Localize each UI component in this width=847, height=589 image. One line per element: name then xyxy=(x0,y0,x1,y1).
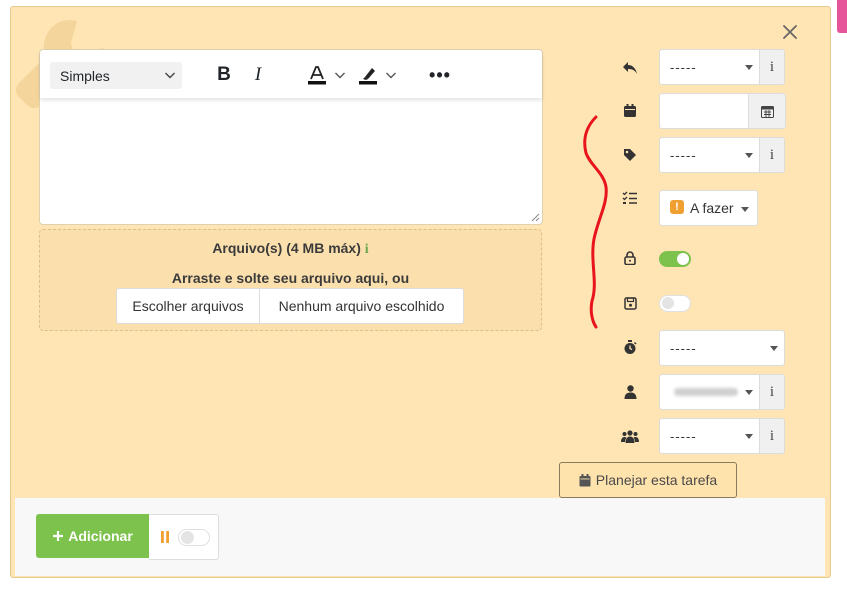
calendar-grid-icon xyxy=(760,105,774,118)
status-select-value: A fazer xyxy=(690,200,734,216)
italic-button[interactable]: I xyxy=(244,62,272,88)
group-select-value: ----- xyxy=(670,429,697,444)
file-dropzone[interactable]: Arquivo(s) (4 MB máx) i Arraste e solte … xyxy=(39,229,542,331)
paragraph-style-select[interactable]: Simples xyxy=(50,62,182,89)
toggle-knob xyxy=(662,297,674,309)
date-picker-button[interactable] xyxy=(748,93,786,129)
redacted-user-name xyxy=(674,388,738,396)
caret-down-icon xyxy=(745,65,753,70)
plus-icon xyxy=(53,531,64,541)
timer-select[interactable]: ----- xyxy=(659,330,785,366)
highlight-color-button[interactable] xyxy=(352,62,402,88)
upload-title: Arquivo(s) (4 MB máx) i xyxy=(40,240,541,258)
tag-select[interactable]: ----- xyxy=(659,137,760,173)
user-select[interactable] xyxy=(659,374,760,410)
font-color-button[interactable] xyxy=(302,62,350,88)
rich-text-editor: Simples B I ••• xyxy=(39,49,543,225)
editor-text-area[interactable] xyxy=(40,98,542,224)
editor-toolbar: Simples B I ••• xyxy=(40,50,542,98)
group-select[interactable]: ----- xyxy=(659,418,760,454)
file-input[interactable]: Escolher arquivos Nenhum arquivo escolhi… xyxy=(116,288,464,324)
task-modal: Simples B I ••• Arquivo(s) (4 MB máx) i … xyxy=(10,6,831,578)
choose-files-button[interactable]: Escolher arquivos xyxy=(117,289,260,323)
resize-handle-icon[interactable] xyxy=(530,212,540,222)
users-group-icon xyxy=(620,426,640,446)
no-file-chosen-label: Nenhum arquivo escolhido xyxy=(278,298,445,314)
paragraph-style-value: Simples xyxy=(60,68,110,84)
add-button-label: Adicionar xyxy=(68,528,133,544)
chevron-down-icon xyxy=(335,72,345,79)
status-badge: ! xyxy=(670,200,684,214)
reply-info-button[interactable]: i xyxy=(760,49,785,85)
save-toggle[interactable] xyxy=(659,295,691,312)
toggle-knob xyxy=(181,531,194,544)
caret-down-icon xyxy=(770,346,778,351)
lock-icon xyxy=(620,248,640,268)
close-icon[interactable] xyxy=(781,23,799,41)
user-info-button[interactable]: i xyxy=(760,374,785,410)
checklist-icon xyxy=(620,188,640,208)
tag-select-value: ----- xyxy=(670,148,697,163)
drop-instructions: Arraste e solte seu arquivo aqui, ou xyxy=(171,270,410,286)
plan-task-button[interactable]: Planejar esta tarefa xyxy=(559,462,737,498)
reply-select-value: ----- xyxy=(670,60,697,75)
toggle-knob xyxy=(677,253,689,265)
save-icon xyxy=(620,293,640,313)
pause-icon xyxy=(161,531,169,543)
modal-footer: Adicionar xyxy=(15,498,825,576)
chevron-down-icon xyxy=(386,72,396,79)
red-annotation-bracket xyxy=(583,115,608,329)
chevron-down-icon xyxy=(165,72,175,79)
date-input[interactable] xyxy=(659,93,749,129)
caret-down-icon xyxy=(745,153,753,158)
status-select[interactable]: ! A fazer xyxy=(659,190,758,226)
side-tab[interactable] xyxy=(837,0,847,33)
plan-task-label: Planejar esta tarefa xyxy=(595,472,718,488)
reply-icon xyxy=(620,58,640,78)
pause-control xyxy=(149,514,219,560)
caret-down-icon xyxy=(745,434,753,439)
caret-down-icon xyxy=(741,207,749,212)
group-info-button[interactable]: i xyxy=(760,418,785,454)
tag-icon xyxy=(620,145,640,165)
bold-button[interactable]: B xyxy=(210,62,238,88)
timer-select-value: ----- xyxy=(670,341,697,356)
add-button[interactable]: Adicionar xyxy=(36,514,149,558)
calendar-icon xyxy=(620,101,640,121)
user-icon xyxy=(620,382,640,402)
upload-title-text: Arquivo(s) (4 MB máx) xyxy=(212,240,361,256)
more-options-button[interactable]: ••• xyxy=(425,62,455,88)
calendar-icon xyxy=(579,473,591,486)
caret-down-icon xyxy=(745,390,753,395)
pause-toggle[interactable] xyxy=(178,529,210,546)
stopwatch-icon xyxy=(620,337,640,357)
tag-info-button[interactable]: i xyxy=(760,137,785,173)
private-toggle[interactable] xyxy=(659,251,691,267)
font-color-icon xyxy=(308,66,326,85)
info-icon[interactable]: i xyxy=(365,242,369,257)
reply-select[interactable]: ----- xyxy=(659,49,760,85)
highlighter-icon xyxy=(359,68,377,85)
